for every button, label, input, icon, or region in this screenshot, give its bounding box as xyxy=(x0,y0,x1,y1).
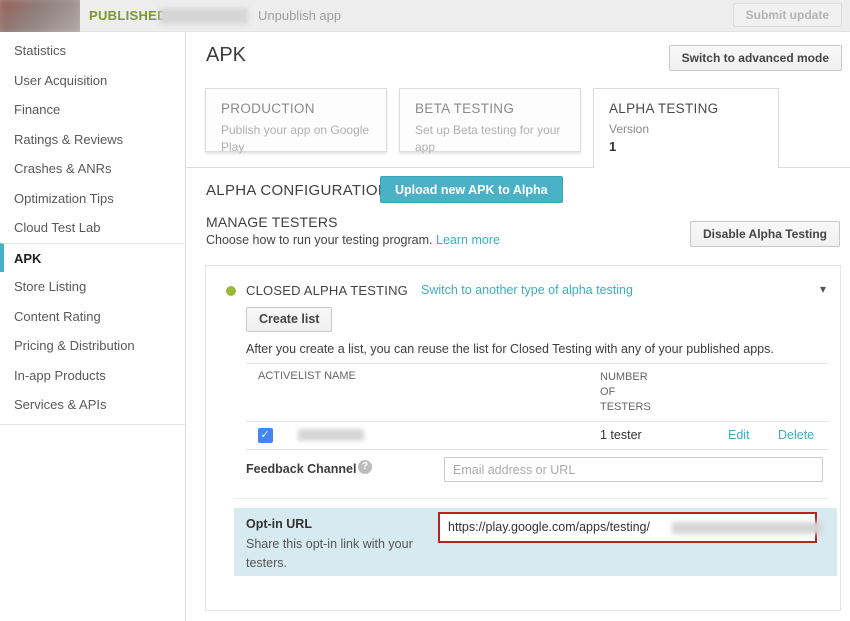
sidebar-item-ratings-reviews[interactable]: Ratings & Reviews xyxy=(0,125,185,155)
switch-alpha-type-link[interactable]: Switch to another type of alpha testing xyxy=(421,283,633,297)
delete-link[interactable]: Delete xyxy=(778,428,814,442)
tab-title: PRODUCTION xyxy=(221,101,371,116)
opt-in-url-redacted xyxy=(672,522,822,534)
closed-alpha-heading: CLOSED ALPHA TESTING xyxy=(246,283,408,298)
sidebar-item-statistics[interactable]: Statistics xyxy=(0,36,185,66)
testers-count: 1 tester xyxy=(600,428,728,442)
sidebar-item-cloud-test-lab[interactable]: Cloud Test Lab xyxy=(0,213,185,243)
switch-advanced-mode-button[interactable]: Switch to advanced mode xyxy=(669,45,842,71)
help-icon[interactable]: ? xyxy=(358,460,372,474)
manage-testers-description: Choose how to run your testing program. … xyxy=(206,233,500,247)
create-list-button[interactable]: Create list xyxy=(246,307,332,332)
page-title: APK xyxy=(206,44,246,67)
tab-beta-testing[interactable]: BETA TESTING Set up Beta testing for you… xyxy=(399,88,581,152)
col-header-testers-text: NUMBER OF TESTERS xyxy=(600,370,664,415)
upload-new-apk-button[interactable]: Upload new APK to Alpha xyxy=(380,176,563,203)
main-content: APK Switch to advanced mode PRODUCTION P… xyxy=(186,32,850,621)
opt-in-url-description: Share this opt-in link with your testers… xyxy=(246,535,436,573)
sidebar-item-optimization-tips[interactable]: Optimization Tips xyxy=(0,184,185,214)
learn-more-link[interactable]: Learn more xyxy=(436,233,500,247)
col-header-testers: NUMBER OF TESTERS xyxy=(600,370,728,415)
tab-desc: Set up Beta testing for your app xyxy=(415,122,565,157)
tab-production[interactable]: PRODUCTION Publish your app on Google Pl… xyxy=(205,88,387,152)
version-label: Version xyxy=(609,122,763,136)
sidebar-item-pricing-distribution[interactable]: Pricing & Distribution xyxy=(0,331,185,361)
chevron-down-icon[interactable]: ▾ xyxy=(820,282,826,296)
edit-link[interactable]: Edit xyxy=(728,428,750,442)
submit-update-button[interactable]: Submit update xyxy=(733,3,842,27)
top-bar: PUBLISHED Unpublish app Submit update xyxy=(0,0,850,32)
testers-table: ACTIVE LIST NAME NUMBER OF TESTERS 1 tes… xyxy=(246,363,828,450)
closed-alpha-panel: CLOSED ALPHA TESTING Switch to another t… xyxy=(205,265,841,611)
col-header-active: ACTIVE xyxy=(246,370,298,382)
sidebar-item-user-acquisition[interactable]: User Acquisition xyxy=(0,66,185,96)
feedback-channel-input[interactable] xyxy=(444,457,823,482)
tab-alpha-testing[interactable]: ALPHA TESTING Version 1 xyxy=(593,88,779,168)
active-checkbox[interactable] xyxy=(258,428,273,443)
tab-desc: Publish your app on Google Play xyxy=(221,122,371,157)
status-dot-icon xyxy=(226,286,236,296)
sidebar-item-in-app-products[interactable]: In-app Products xyxy=(0,361,185,391)
sidebar-item-services-apis[interactable]: Services & APIs xyxy=(0,390,185,420)
col-header-list-name: LIST NAME xyxy=(298,370,600,382)
unpublish-app-button[interactable]: Unpublish app xyxy=(258,0,341,32)
tab-title: BETA TESTING xyxy=(415,101,565,116)
app-icon xyxy=(0,0,80,32)
status-badge: PUBLISHED xyxy=(89,0,167,32)
opt-in-url-field[interactable]: https://play.google.com/apps/testing/ xyxy=(438,512,817,543)
table-row: 1 tester Edit Delete xyxy=(246,422,828,450)
sidebar-nav: Statistics User Acquisition Finance Rati… xyxy=(0,36,185,425)
sidebar-item-content-rating[interactable]: Content Rating xyxy=(0,302,185,332)
version-value: 1 xyxy=(609,139,763,154)
section-divider xyxy=(234,498,828,499)
opt-in-url-label: Opt-in URL xyxy=(246,517,312,531)
table-header-row: ACTIVE LIST NAME NUMBER OF TESTERS xyxy=(246,363,828,422)
manage-testers-text: Choose how to run your testing program. xyxy=(206,233,433,247)
sidebar-item-crashes-anrs[interactable]: Crashes & ANRs xyxy=(0,154,185,184)
opt-in-url-section: Opt-in URL Share this opt-in link with y… xyxy=(234,508,837,576)
manage-testers-heading: MANAGE TESTERS xyxy=(206,214,338,230)
alpha-configuration-heading: ALPHA CONFIGURATION xyxy=(206,182,389,199)
app-name-redacted xyxy=(160,8,248,24)
sidebar: Statistics User Acquisition Finance Rati… xyxy=(0,32,186,621)
sidebar-item-finance[interactable]: Finance xyxy=(0,95,185,125)
tab-title: ALPHA TESTING xyxy=(609,101,763,116)
sidebar-item-apk[interactable]: APK xyxy=(0,243,185,273)
sidebar-item-store-listing[interactable]: Store Listing xyxy=(0,272,185,302)
opt-in-url-value: https://play.google.com/apps/testing/ xyxy=(448,514,650,541)
list-name-redacted xyxy=(298,429,364,441)
reuse-note-text: After you create a list, you can reuse t… xyxy=(246,342,774,356)
feedback-channel-label: Feedback Channel xyxy=(246,462,356,476)
disable-alpha-testing-button[interactable]: Disable Alpha Testing xyxy=(690,221,840,247)
